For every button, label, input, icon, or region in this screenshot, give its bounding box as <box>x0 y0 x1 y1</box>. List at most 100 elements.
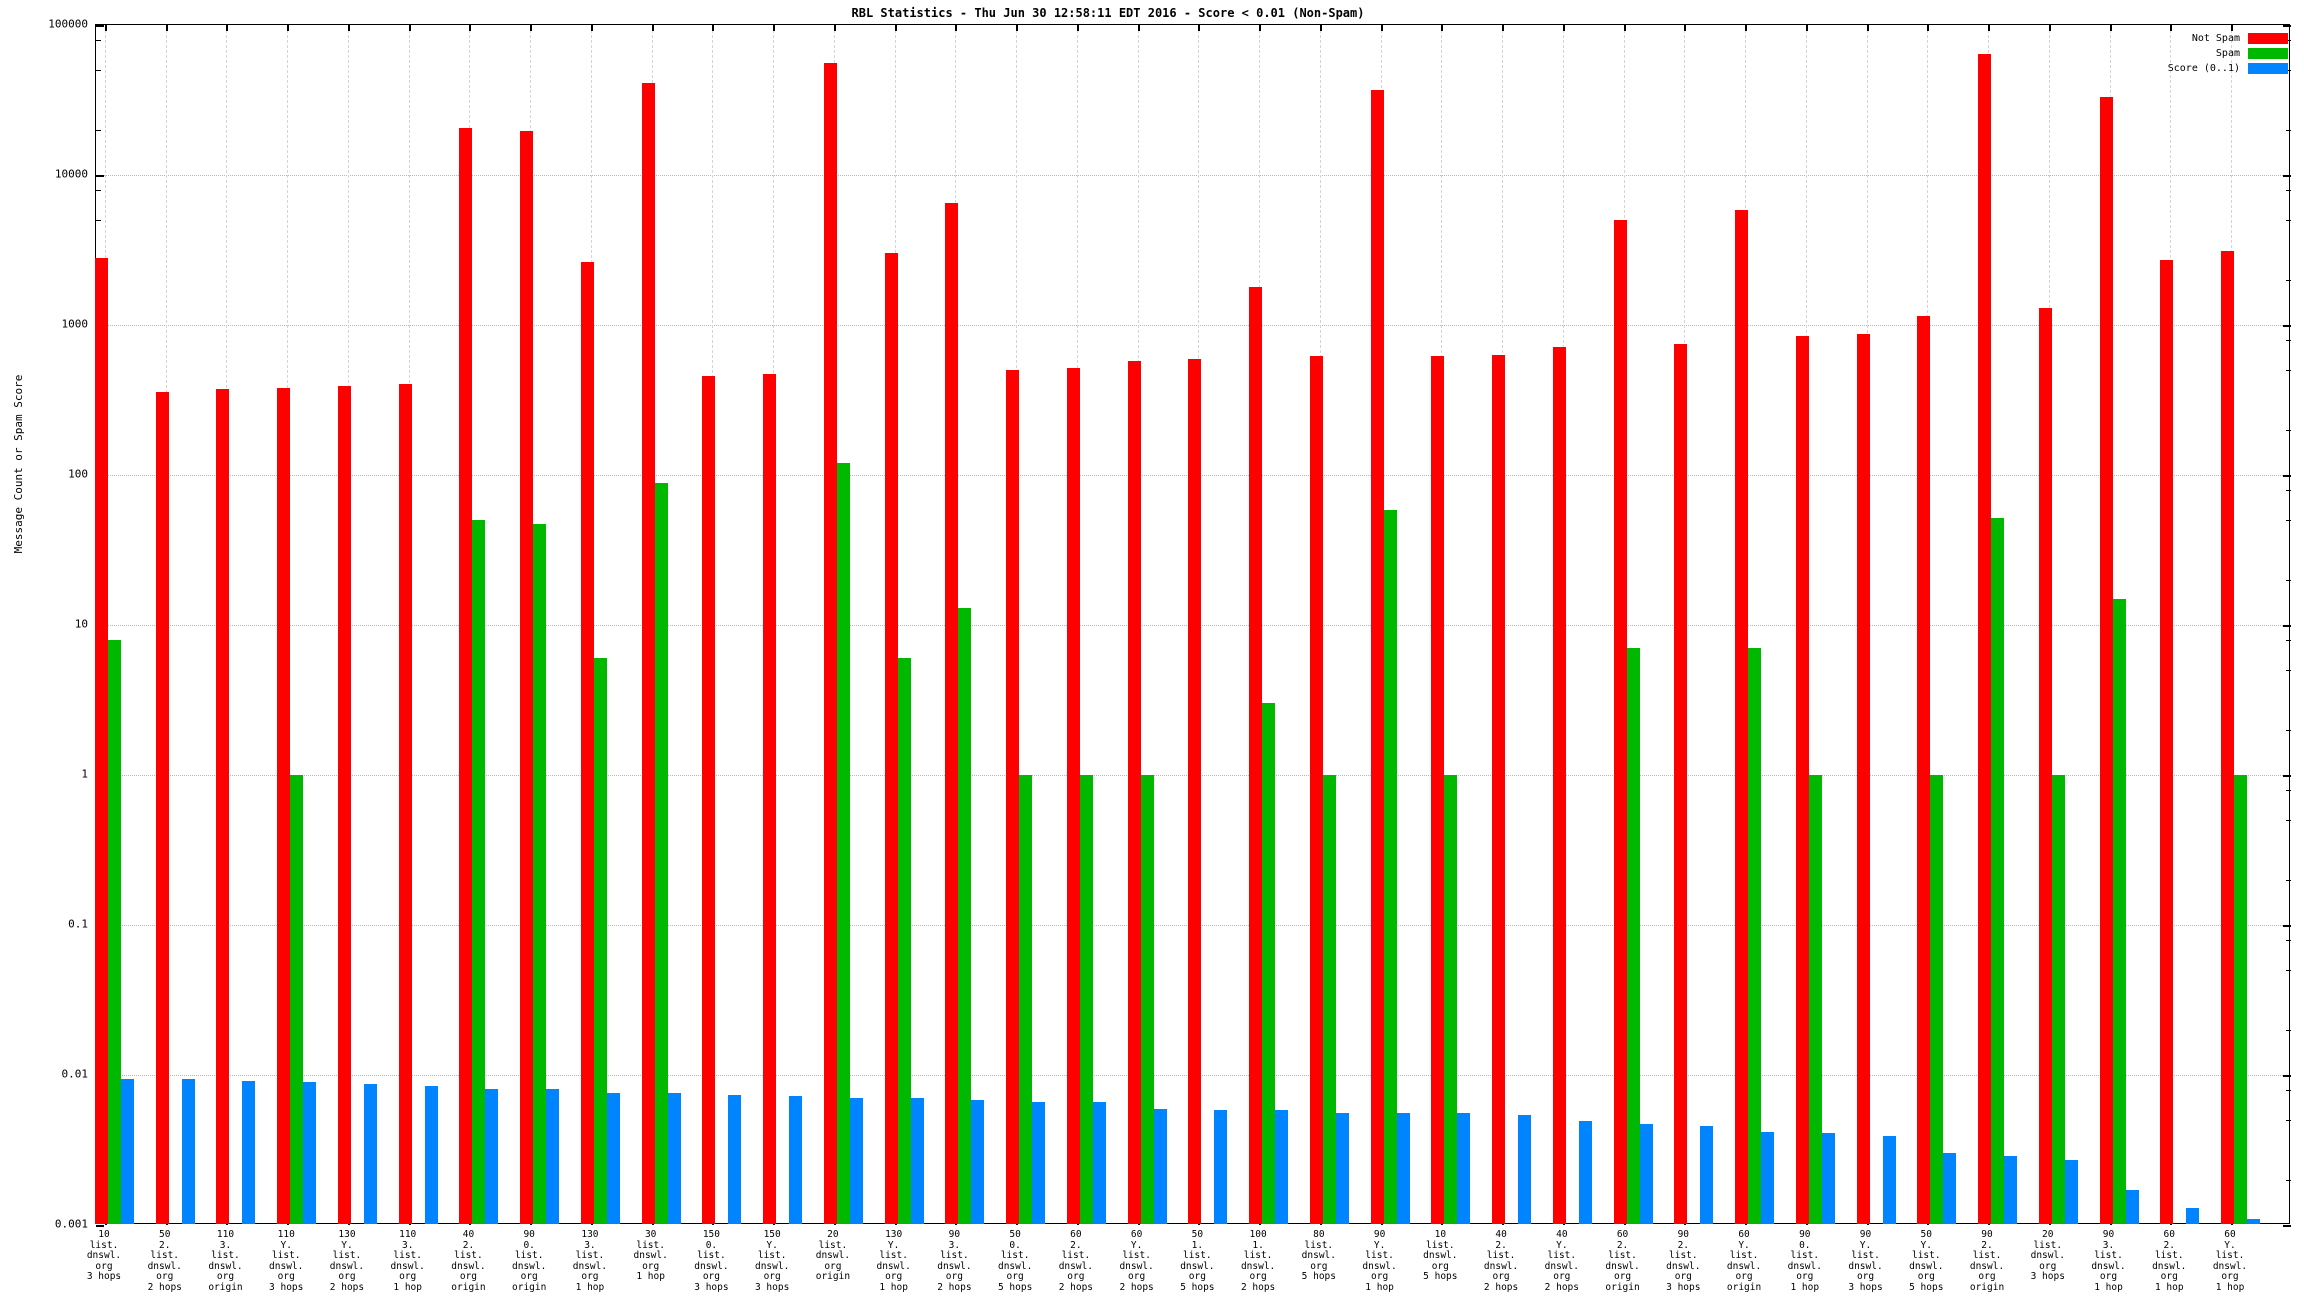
y-tick-label: 10000 <box>54 167 88 181</box>
bar-not-spam <box>277 388 291 1224</box>
bar-not-spam <box>1735 210 1749 1224</box>
y-minor-tick <box>2286 670 2291 672</box>
y-minor-tick <box>2286 220 2291 222</box>
bar-spam <box>290 775 304 1224</box>
x-category-label: 40 2. list. dnswl. org 2 hops <box>1483 1229 1519 1293</box>
legend-row: Score (0..1) <box>2168 61 2288 76</box>
bar-spam <box>2234 775 2247 1224</box>
x-category-label: 10 list. dnswl. org 5 hops <box>1423 1229 1458 1282</box>
y-minor-tick <box>2286 939 2291 941</box>
bar-not-spam <box>1066 368 1080 1224</box>
x-tick <box>1380 25 1383 31</box>
bar-not-spam <box>2099 97 2113 1224</box>
bar-score-0-1 <box>1518 1115 1532 1224</box>
bar-score-0-1 <box>1943 1153 1957 1224</box>
x-category-label: 60 Y. list. dnswl. org 1 hop <box>2212 1229 2248 1293</box>
x-category-label: 90 3. list. dnswl. org 1 hop <box>2091 1229 2126 1293</box>
x-tick <box>651 25 654 31</box>
x-tick <box>1016 25 1019 31</box>
chart-title: RBL Statistics - Thu Jun 30 12:58:11 EDT… <box>851 6 1365 20</box>
x-category-label: 90 2. list. dnswl. org origin <box>1969 1229 2005 1293</box>
x-category-label: 150 Y. list. dnswl. org 3 hops <box>754 1229 790 1293</box>
y-tick-label: 10 <box>74 617 88 631</box>
y-minor-tick <box>96 129 101 131</box>
x-category-label: 90 Y. list. dnswl. org 3 hops <box>1848 1229 1883 1293</box>
bar-not-spam <box>1613 220 1627 1224</box>
bar-spam <box>472 520 486 1224</box>
bar-spam <box>1140 775 1154 1224</box>
x-category-label: 60 Y. list. dnswl. org 2 hops <box>1119 1229 1154 1293</box>
x-category-label: 40 Y. list. dnswl. org 2 hops <box>1544 1229 1579 1293</box>
bar-not-spam <box>2160 260 2174 1224</box>
bar-spam <box>1383 510 1397 1224</box>
bar-spam <box>2051 775 2065 1224</box>
x-tick <box>287 25 290 31</box>
y-major-tick <box>96 1225 104 1227</box>
x-category-label: 50 0. list. dnswl. org 5 hops <box>997 1229 1033 1293</box>
x-tick <box>894 25 897 31</box>
bar-spam <box>1079 775 1093 1224</box>
y-tick-label: 1 <box>81 767 88 781</box>
x-tick <box>1988 25 1991 31</box>
y-minor-tick <box>2286 1089 2291 1091</box>
bar-score-0-1 <box>1882 1136 1896 1224</box>
y-minor-tick <box>2286 370 2291 372</box>
y-minor-tick <box>2286 1179 2291 1181</box>
x-category-label: 110 3. list. dnswl. org origin <box>208 1229 243 1293</box>
x-category-label: 100 1. list. dnswl. org 2 hops <box>1240 1229 1276 1293</box>
bar-score-0-1 <box>121 1079 134 1224</box>
bar-score-0-1 <box>363 1084 377 1224</box>
x-category-label: 40 2. list. dnswl. org origin <box>451 1229 486 1293</box>
y-minor-tick <box>2286 1029 2291 1031</box>
x-category-label: 110 3. list. dnswl. org 1 hop <box>390 1229 425 1293</box>
bar-not-spam <box>641 83 655 1224</box>
x-category-label: 60 Y. list. dnswl. org origin <box>1726 1229 1762 1293</box>
bar-spam <box>1322 775 1336 1224</box>
y-major-tick <box>2283 475 2291 477</box>
y-minor-tick <box>96 220 101 222</box>
bar-score-0-1 <box>424 1086 438 1224</box>
bar-not-spam <box>1856 333 1870 1224</box>
bar-not-spam <box>155 391 169 1224</box>
bar-not-spam <box>823 62 837 1224</box>
bar-not-spam <box>1309 355 1323 1224</box>
bar-not-spam <box>1249 286 1263 1224</box>
x-tick <box>1927 25 1930 31</box>
bar-score-0-1 <box>1639 1124 1653 1224</box>
y-minor-tick <box>96 70 101 72</box>
x-category-label: 60 2. list. dnswl. org origin <box>1605 1229 1640 1293</box>
y-major-tick <box>2283 175 2291 177</box>
bar-not-spam <box>337 385 351 1224</box>
y-minor-tick <box>2286 129 2291 131</box>
bar-spam <box>108 639 121 1224</box>
x-category-label: 10 list. dnswl. org 3 hops <box>86 1229 122 1282</box>
bar-score-0-1 <box>2247 1218 2260 1224</box>
y-gridline <box>96 175 2289 176</box>
bar-spam <box>1626 648 1640 1224</box>
legend-label: Spam <box>2215 48 2240 59</box>
x-tick <box>1562 25 1565 31</box>
legend-label: Score (0..1) <box>2167 63 2240 74</box>
x-tick <box>712 25 715 31</box>
bar-not-spam <box>702 376 716 1224</box>
y-minor-tick <box>2286 579 2291 581</box>
x-category-label: 130 Y. list. dnswl. org 2 hops <box>329 1229 365 1293</box>
bar-not-spam <box>1978 54 1992 1224</box>
y-major-tick <box>96 175 104 177</box>
bar-score-0-1 <box>1153 1109 1167 1224</box>
bar-not-spam <box>95 257 108 1224</box>
bar-score-0-1 <box>971 1100 985 1224</box>
y-major-tick <box>2283 325 2291 327</box>
bar-score-0-1 <box>849 1098 863 1224</box>
y-minor-tick <box>2286 820 2291 822</box>
x-tick <box>955 25 958 31</box>
bar-not-spam <box>945 203 959 1224</box>
bar-spam <box>1808 775 1822 1224</box>
x-category-label: 90 3. list. dnswl. org 2 hops <box>937 1229 972 1293</box>
legend-row: Not Spam <box>2168 31 2288 46</box>
bar-not-spam <box>2038 307 2052 1224</box>
legend-swatch <box>2248 63 2288 74</box>
x-category-label: 90 2. list. dnswl. org 3 hops <box>1666 1229 1701 1293</box>
legend-row: Spam <box>2168 46 2288 61</box>
x-tick <box>590 25 593 31</box>
